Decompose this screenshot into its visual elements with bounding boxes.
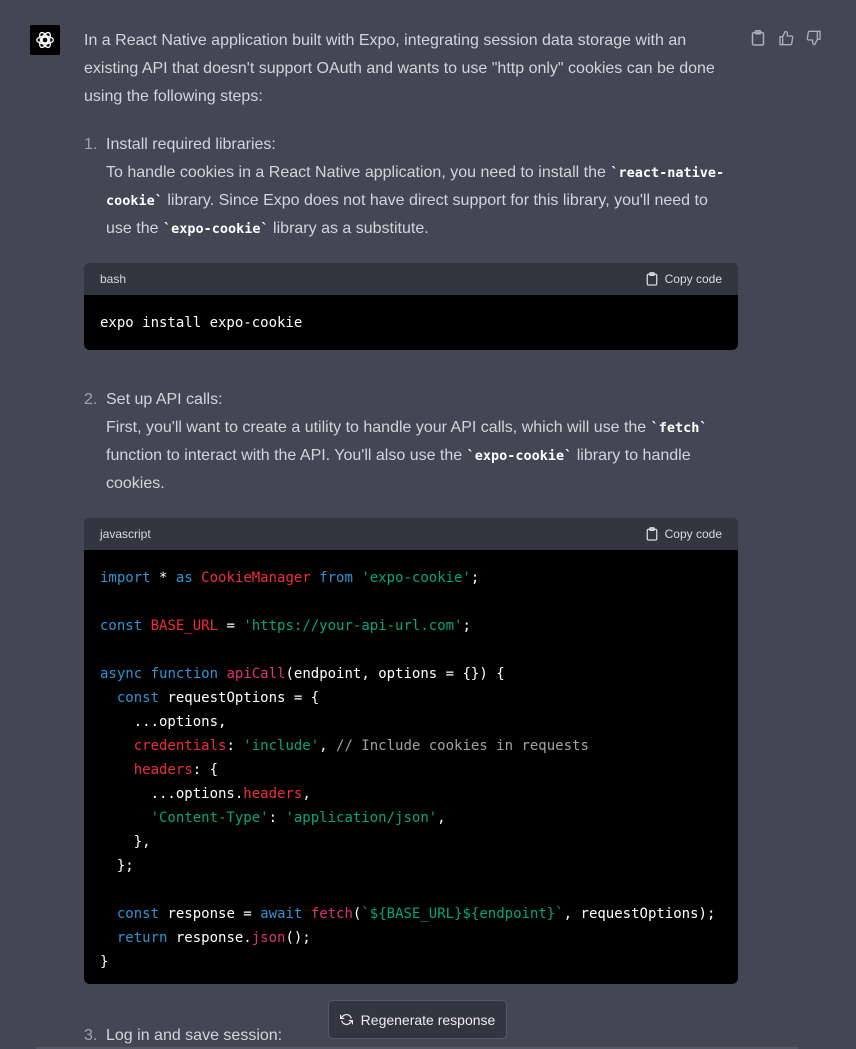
code-language: javascript — [100, 527, 151, 541]
step-title: Set up API calls: — [106, 391, 223, 408]
thumbs-up-button[interactable] — [776, 28, 796, 48]
code-line: ...options, — [100, 714, 227, 730]
code-line: ...options.headers, — [100, 786, 311, 802]
thumbs-down-button[interactable] — [804, 28, 824, 48]
code-line: }; — [100, 858, 134, 874]
clipboard-icon — [646, 272, 657, 286]
clipboard-icon — [646, 527, 657, 541]
code-line: } — [100, 954, 109, 970]
code-line: }, — [100, 834, 151, 850]
step-2: 2. Set up API calls: First, you'll want … — [84, 386, 738, 498]
code-body: import * as CookieManager from 'expo-coo… — [84, 550, 738, 984]
code-body: expo install expo-cookie — [84, 295, 738, 350]
step-number: 3. — [84, 1027, 98, 1044]
copy-message-button[interactable] — [748, 28, 768, 48]
step-number: 2. — [84, 391, 98, 408]
thumbs-down-icon — [806, 30, 821, 46]
code-line: import * as CookieManager from 'expo-coo… — [100, 570, 480, 586]
step-1: 1. Install required libraries: To handle… — [84, 131, 738, 243]
inline-code: `expo-cookie` — [162, 221, 269, 237]
code-line: const BASE_URL = 'https://your-api-url.c… — [100, 618, 471, 634]
assistant-message: In a React Native application built with… — [84, 27, 738, 1049]
code-line: 'Content-Type': 'application/json', — [150, 810, 446, 826]
regenerate-response-button[interactable]: Regenerate response — [328, 1000, 507, 1039]
code-block-bash: bash Copy code expo install expo-cookie — [84, 263, 738, 350]
copy-code-button[interactable]: Copy code — [646, 520, 722, 548]
code-line: expo install expo-cookie — [100, 315, 303, 331]
code-block-javascript: javascript Copy code import * as CookieM… — [84, 518, 738, 984]
code-language: bash — [100, 272, 127, 286]
step-text: To handle cookies in a React Native appl… — [106, 164, 725, 237]
code-line: headers: { — [133, 762, 219, 778]
thumbs-up-icon — [779, 30, 794, 46]
code-line: async function apiCall(endpoint, options… — [100, 666, 505, 682]
code-line: const response = await fetch(`${BASE_URL… — [116, 906, 716, 922]
step-number: 1. — [84, 136, 98, 153]
code-header: javascript Copy code — [84, 518, 738, 550]
clipboard-icon — [751, 30, 765, 46]
code-line: const requestOptions = { — [116, 690, 320, 706]
code-line: credentials: 'include', // Include cooki… — [133, 738, 589, 754]
inline-code: `expo-cookie` — [466, 448, 573, 464]
step-text: First, you'll want to create a utility t… — [106, 419, 708, 492]
step-title: Install required libraries: — [106, 136, 276, 153]
refresh-icon — [339, 1014, 353, 1025]
code-header: bash Copy code — [84, 263, 738, 295]
assistant-avatar — [30, 25, 60, 55]
openai-logo-icon — [36, 31, 54, 49]
inline-code: `fetch` — [650, 420, 708, 436]
copy-code-button[interactable]: Copy code — [646, 265, 722, 293]
message-actions — [748, 28, 824, 48]
code-line: return response.json(); — [116, 930, 311, 946]
intro-paragraph: In a React Native application built with… — [84, 32, 715, 105]
